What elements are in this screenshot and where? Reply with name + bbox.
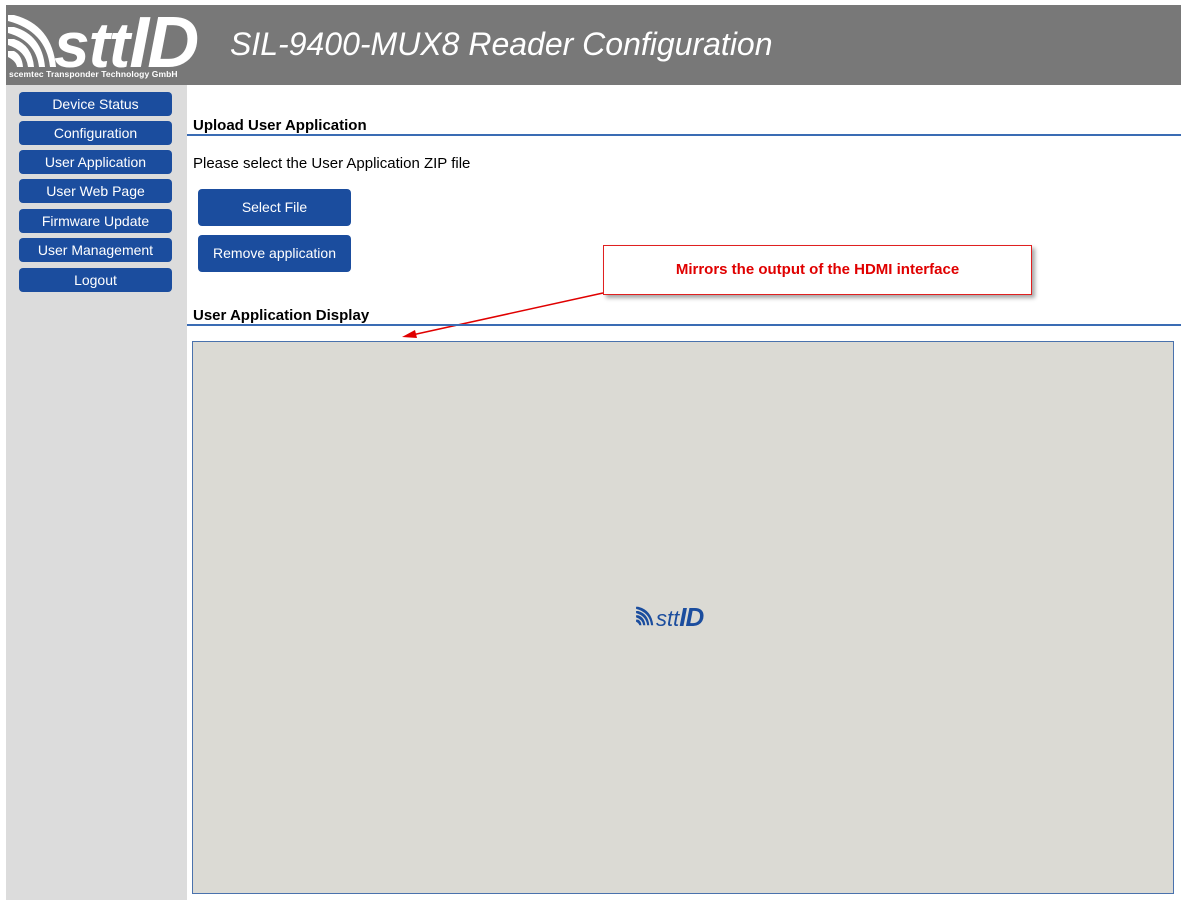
sidebar-item-user-web-page[interactable]: User Web Page — [19, 179, 172, 203]
sidebar-item-configuration[interactable]: Configuration — [19, 121, 172, 145]
display-section-title: User Application Display — [193, 307, 370, 324]
sidebar-item-logout[interactable]: Logout — [19, 268, 172, 292]
annotation-callout: Mirrors the output of the HDMI interface — [603, 245, 1032, 295]
sttid-logo: sttID scemtec Transponder Technology Gmb… — [6, 3, 216, 85]
upload-section-title: Upload User Application — [193, 117, 367, 134]
display-logo-wordmark: sttID — [656, 602, 704, 633]
sidebar-item-user-application[interactable]: User Application — [19, 150, 172, 174]
remove-application-button[interactable]: Remove application — [198, 235, 351, 272]
header-bar: sttID scemtec Transponder Technology Gmb… — [6, 3, 1181, 85]
sidebar: Device Status Configuration User Applica… — [6, 85, 187, 900]
display-rfid-waves-icon — [636, 606, 654, 626]
rfid-waves-icon — [8, 15, 56, 67]
sidebar-item-user-management[interactable]: User Management — [19, 238, 172, 262]
display-logo-word-id: ID — [679, 602, 704, 632]
annotation-callout-text: Mirrors the output of the HDMI interface — [675, 261, 960, 278]
upload-instruction: Please select the User Application ZIP f… — [193, 155, 471, 172]
sidebar-item-device-status[interactable]: Device Status — [19, 92, 172, 116]
upload-section-divider — [187, 134, 1181, 136]
logo-subtitle: scemtec Transponder Technology GmbH — [9, 69, 178, 79]
user-application-display: sttID — [192, 341, 1174, 894]
display-logo-word-stt: stt — [656, 606, 680, 631]
page-title: SIL-9400-MUX8 Reader Configuration — [230, 26, 773, 62]
display-section-divider — [187, 324, 1181, 326]
sidebar-item-firmware-update[interactable]: Firmware Update — [19, 209, 172, 233]
select-file-button[interactable]: Select File — [198, 189, 351, 226]
